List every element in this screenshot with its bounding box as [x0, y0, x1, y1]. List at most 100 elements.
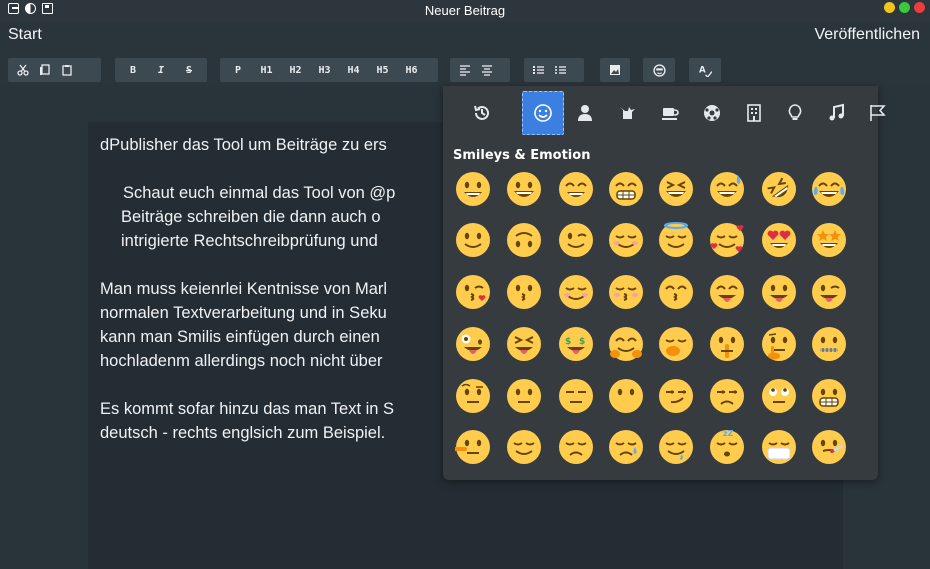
category-activity[interactable] [691, 91, 733, 135]
emoji-sleeping[interactable]: zZ [709, 429, 745, 465]
category-food[interactable] [649, 91, 691, 135]
bold-button[interactable]: B [119, 58, 147, 82]
emoji-zany-wink[interactable] [811, 274, 847, 310]
h3-button[interactable]: H3 [310, 58, 339, 82]
animal-icon [620, 107, 635, 119]
category-flags[interactable] [856, 91, 898, 135]
emoji-raised-eyebrow[interactable] [455, 378, 491, 414]
emoji-no-mouth[interactable] [608, 378, 644, 414]
emoji-kissing-smiling-eyes[interactable] [658, 274, 694, 310]
emoji-money-mouth[interactable]: $ $ [558, 326, 594, 362]
emoji-eye-roll[interactable] [761, 378, 797, 414]
minimize-button[interactable] [884, 2, 895, 13]
h6-button[interactable]: H6 [397, 58, 426, 82]
emoji-sleepy[interactable] [608, 429, 644, 465]
emoji-mask[interactable] [761, 429, 797, 465]
insert-emoji-button[interactable] [648, 58, 670, 82]
h5-button[interactable]: H5 [368, 58, 397, 82]
h1-button[interactable]: H1 [252, 58, 281, 82]
emoji-pensive[interactable] [558, 429, 594, 465]
emoji-hand-over-mouth[interactable] [658, 326, 694, 362]
emoji-thermometer[interactable] [811, 429, 847, 465]
emoji-rofl[interactable] [761, 171, 797, 207]
emoji-lying[interactable] [455, 429, 491, 465]
menu-bar: Start Veröffentlichen [0, 22, 930, 50]
italic-button[interactable]: I [147, 58, 175, 82]
copy-button[interactable] [34, 58, 56, 82]
emoji-innocent[interactable] [658, 222, 694, 258]
emoji-sweat-smile[interactable] [709, 171, 745, 207]
emoji-upside-down[interactable] [506, 222, 542, 258]
music-icon [829, 103, 844, 121]
category-symbols[interactable] [816, 91, 858, 135]
emoji-shushing[interactable] [709, 326, 745, 362]
title-bar: Neuer Beitrag [0, 0, 930, 22]
emoji-slight-smile[interactable] [455, 222, 491, 258]
emoji-smirk[interactable] [658, 378, 694, 414]
category-places[interactable] [733, 91, 775, 135]
emoji-hugging[interactable] [608, 326, 644, 362]
image-icon [610, 65, 620, 75]
window-title: Neuer Beitrag [424, 3, 506, 18]
emoji-laughing[interactable] [658, 171, 694, 207]
maximize-button[interactable] [899, 2, 910, 13]
emoji-relaxed[interactable] [558, 274, 594, 310]
emoji-blush[interactable] [608, 222, 644, 258]
category-recent[interactable] [461, 91, 503, 135]
start-menu[interactable]: Start [8, 26, 42, 44]
activity-icon [704, 105, 720, 121]
emoji-zany[interactable] [455, 326, 491, 362]
emoji-grimacing[interactable] [811, 378, 847, 414]
emoji-category-bar [451, 91, 886, 135]
emoji-heart-eyes[interactable] [761, 222, 797, 258]
emoji-star-struck[interactable] [811, 222, 847, 258]
emoji-squinting-tongue[interactable] [506, 326, 542, 362]
close-button[interactable] [914, 2, 925, 13]
category-animals[interactable] [606, 91, 648, 135]
emoji-kissing-closed-eyes[interactable] [608, 274, 644, 310]
emoji-unamused[interactable] [709, 378, 745, 414]
insert-image-button[interactable] [604, 58, 626, 82]
emoji-kissing[interactable] [506, 274, 542, 310]
emoji-wink[interactable] [558, 222, 594, 258]
emoji-yum[interactable] [709, 274, 745, 310]
h4-button[interactable]: H4 [339, 58, 368, 82]
category-objects[interactable] [774, 91, 816, 135]
emoji-tongue[interactable] [761, 274, 797, 310]
paste-button[interactable] [56, 58, 78, 82]
paragraph-button[interactable]: P [224, 58, 252, 82]
align-center-button[interactable] [476, 58, 498, 82]
emoji-expressionless[interactable] [558, 378, 594, 414]
emoji-group [643, 58, 675, 82]
emoji-relieved[interactable] [506, 429, 542, 465]
building-icon [747, 104, 761, 122]
category-smileys[interactable] [522, 91, 564, 135]
emoji-kissing-heart[interactable] [455, 274, 491, 310]
ordered-list-button[interactable] [528, 58, 550, 82]
emoji-thinking[interactable] [761, 326, 797, 362]
flag-icon [870, 105, 886, 121]
emoji-neutral[interactable] [506, 378, 542, 414]
emoji-grinning[interactable] [455, 171, 491, 207]
bullet-list-icon [555, 66, 566, 74]
cut-button[interactable] [12, 58, 34, 82]
spellcheck-button[interactable]: A [694, 58, 716, 82]
formatting-toolbar: B I S P H1 H2 H3 H4 H5 H6 A [0, 58, 930, 83]
emoji-grin[interactable] [608, 171, 644, 207]
category-people[interactable] [564, 91, 606, 135]
h2-button[interactable]: H2 [281, 58, 310, 82]
emoji-smiling-hearts[interactable] [709, 222, 745, 258]
align-left-button[interactable] [454, 58, 476, 82]
align-center-icon [482, 65, 492, 76]
publish-button[interactable]: Veröffentlichen [814, 26, 920, 44]
emoji-smile[interactable] [558, 171, 594, 207]
bullet-list-button[interactable] [550, 58, 572, 82]
emoji-joy[interactable] [811, 171, 847, 207]
copy-icon [40, 64, 50, 75]
emoji-smiley[interactable] [506, 171, 542, 207]
emoji-zipper-mouth[interactable] [811, 326, 847, 362]
strike-button[interactable]: S [175, 58, 203, 82]
emoji-drooling[interactable] [658, 429, 694, 465]
text-style-group: B I S [115, 58, 207, 82]
emoji-section-title: Smileys & Emotion [453, 148, 591, 163]
